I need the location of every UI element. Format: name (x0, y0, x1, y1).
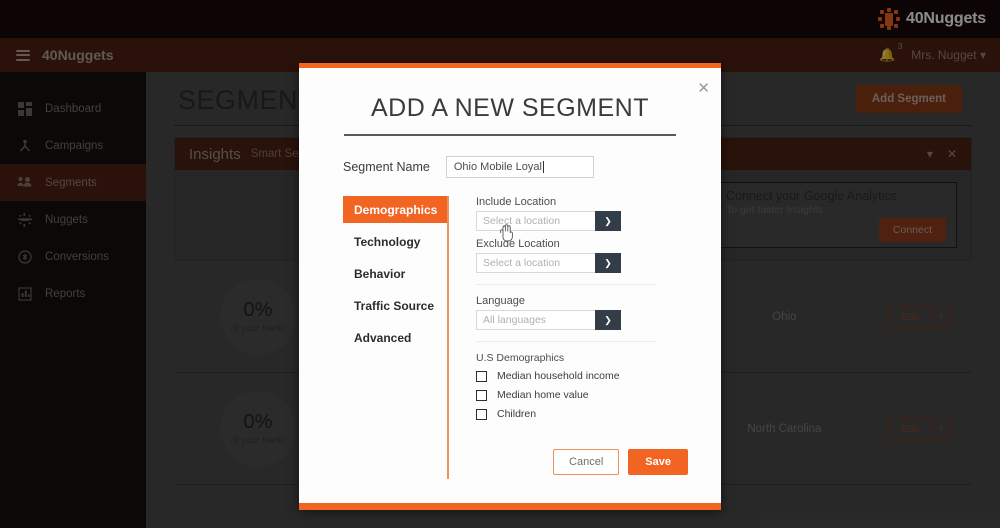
sidebar-item-label: Dashboard (45, 102, 102, 115)
checkbox-label: Children (497, 408, 537, 420)
reports-bars-icon (17, 286, 32, 301)
caret-down-icon[interactable]: ▾ (931, 305, 952, 328)
sidebar-item-conversions[interactable]: Conversions (0, 238, 146, 275)
chevron-down-icon[interactable]: ❯ (595, 253, 621, 273)
nuggets-icon (17, 212, 32, 227)
chevron-down-icon: ▾ (979, 48, 986, 62)
demographics-form: Include Location Select a location ❯ Exc… (449, 196, 699, 479)
checkbox-median-home-value[interactable] (476, 389, 487, 401)
exclude-location-label: Exclude Location (476, 238, 560, 250)
user-menu[interactable]: Mrs. Nugget ▾ (911, 48, 986, 62)
traffic-percent: 0% (243, 298, 273, 321)
tab-advanced[interactable]: Advanced (343, 324, 447, 351)
user-name-label: Mrs. Nugget (911, 48, 977, 62)
add-segment-button[interactable]: Add Segment (855, 84, 962, 113)
bell-icon[interactable]: 🔔 3 (879, 42, 902, 63)
tab-label: Advanced (354, 330, 412, 345)
segment-state-label: Ohio (772, 310, 797, 323)
cancel-button[interactable]: Cancel (553, 449, 620, 475)
notification-count: 3 (897, 42, 903, 51)
ga-card-subtitle: To get faster Insights (726, 203, 823, 216)
tab-label: Traffic Source (354, 298, 435, 313)
language-label: Language (476, 295, 525, 307)
form-divider (476, 284, 657, 285)
traffic-donut: 0% of your traffic (220, 390, 296, 467)
modal-tabs: Demographics Technology Behavior Traffic… (343, 196, 449, 479)
top-bar: 40Nuggets (0, 0, 1000, 38)
sidebar-item-label: Conversions (45, 250, 109, 263)
edit-button[interactable]: Edit (889, 305, 932, 328)
ga-card-title: Connect your Google Analytics (726, 188, 897, 203)
tab-label: Demographics (354, 202, 438, 217)
sidebar-item-dashboard[interactable]: Dashboard (0, 90, 146, 127)
include-location-label: Include Location (476, 196, 557, 208)
checkbox-children[interactable] (476, 408, 487, 420)
brand-logo: 40Nuggets (878, 8, 986, 30)
checkbox-row[interactable]: Median home value (476, 389, 699, 401)
traffic-donut: 0% of your traffic (220, 278, 296, 355)
app-root: 40Nuggets 40Nuggets 🔔 3 Mrs. Nugget ▾ Da… (0, 0, 1000, 528)
tab-label: Technology (354, 234, 421, 249)
segment-name-value: Ohio Mobile Loyal (453, 161, 542, 173)
checkbox-row[interactable]: Median household income (476, 370, 699, 382)
hamburger-icon[interactable] (16, 49, 30, 61)
campaigns-node-icon (17, 138, 32, 153)
checkbox-label: Median household income (497, 370, 620, 382)
save-button[interactable]: Save (628, 449, 688, 475)
modal-title: ADD A NEW SEGMENT (371, 94, 649, 122)
conversions-coin-icon (17, 249, 32, 264)
sidebar-item-label: Reports (45, 287, 86, 300)
sun-nugget-icon (878, 8, 900, 30)
exclude-location-select[interactable]: Select a location ❯ (476, 253, 621, 273)
segment-name-input[interactable]: Ohio Mobile Loyal (445, 156, 594, 178)
segments-people-icon (17, 175, 32, 190)
segment-name-label: Segment Name (343, 160, 430, 174)
add-segment-modal: ✕ ADD A NEW SEGMENT Segment Name Ohio Mo… (299, 63, 721, 510)
us-demographics-heading: U.S Demographics (476, 352, 565, 364)
sidebar-item-campaigns[interactable]: Campaigns (0, 127, 146, 164)
tab-technology[interactable]: Technology (343, 228, 447, 255)
sidebar-item-label: Segments (45, 176, 97, 189)
close-icon[interactable]: ✕ (697, 81, 710, 96)
tab-behavior[interactable]: Behavior (343, 260, 447, 287)
brand-name: 40Nuggets (906, 10, 986, 27)
connect-button[interactable]: Connect (878, 217, 946, 242)
text-cursor (542, 161, 544, 173)
sidebar-item-segments[interactable]: Segments (0, 164, 146, 201)
edit-button-group: Edit ▾ (889, 305, 952, 328)
sidebar-item-reports[interactable]: Reports (0, 275, 146, 312)
close-icon[interactable]: ✕ (947, 147, 957, 161)
caret-down-icon[interactable]: ▾ (931, 417, 952, 440)
checkbox-label: Median home value (497, 389, 589, 401)
language-select[interactable]: All languages ❯ (476, 310, 621, 330)
chevron-down-icon[interactable]: ❯ (595, 211, 621, 231)
traffic-percent: 0% (243, 410, 273, 433)
chevron-down-icon[interactable]: ▾ (927, 147, 933, 161)
sidebar-item-nuggets[interactable]: Nuggets (0, 201, 146, 238)
checkbox-row[interactable]: Children (476, 408, 699, 420)
traffic-caption: of your traffic (230, 322, 286, 334)
tab-traffic-source[interactable]: Traffic Source (343, 292, 447, 319)
chevron-down-icon[interactable]: ❯ (595, 310, 621, 330)
sidebar-item-label: Campaigns (45, 139, 104, 152)
sidebar-item-label: Nuggets (45, 213, 88, 226)
edit-button[interactable]: Edit (889, 417, 932, 440)
form-divider (476, 341, 657, 342)
exclude-location-value: Select a location (476, 253, 595, 273)
nav-brand-label: 40Nuggets (42, 47, 114, 63)
segment-state-label: North Carolina (747, 422, 822, 435)
dashboard-grid-icon (17, 101, 32, 116)
include-location-select[interactable]: Select a location ❯ (476, 211, 621, 231)
include-location-value: Select a location (476, 211, 595, 231)
traffic-caption: of your traffic (230, 434, 286, 446)
tab-demographics[interactable]: Demographics (343, 196, 447, 223)
checkbox-median-household-income[interactable] (476, 370, 487, 382)
sidebar: Dashboard Campaigns Segments Nuggets Con… (0, 72, 146, 528)
language-value: All languages (476, 310, 595, 330)
insights-title: Insights (189, 145, 241, 163)
edit-button-group: Edit ▾ (889, 417, 952, 440)
tab-label: Behavior (354, 266, 406, 281)
